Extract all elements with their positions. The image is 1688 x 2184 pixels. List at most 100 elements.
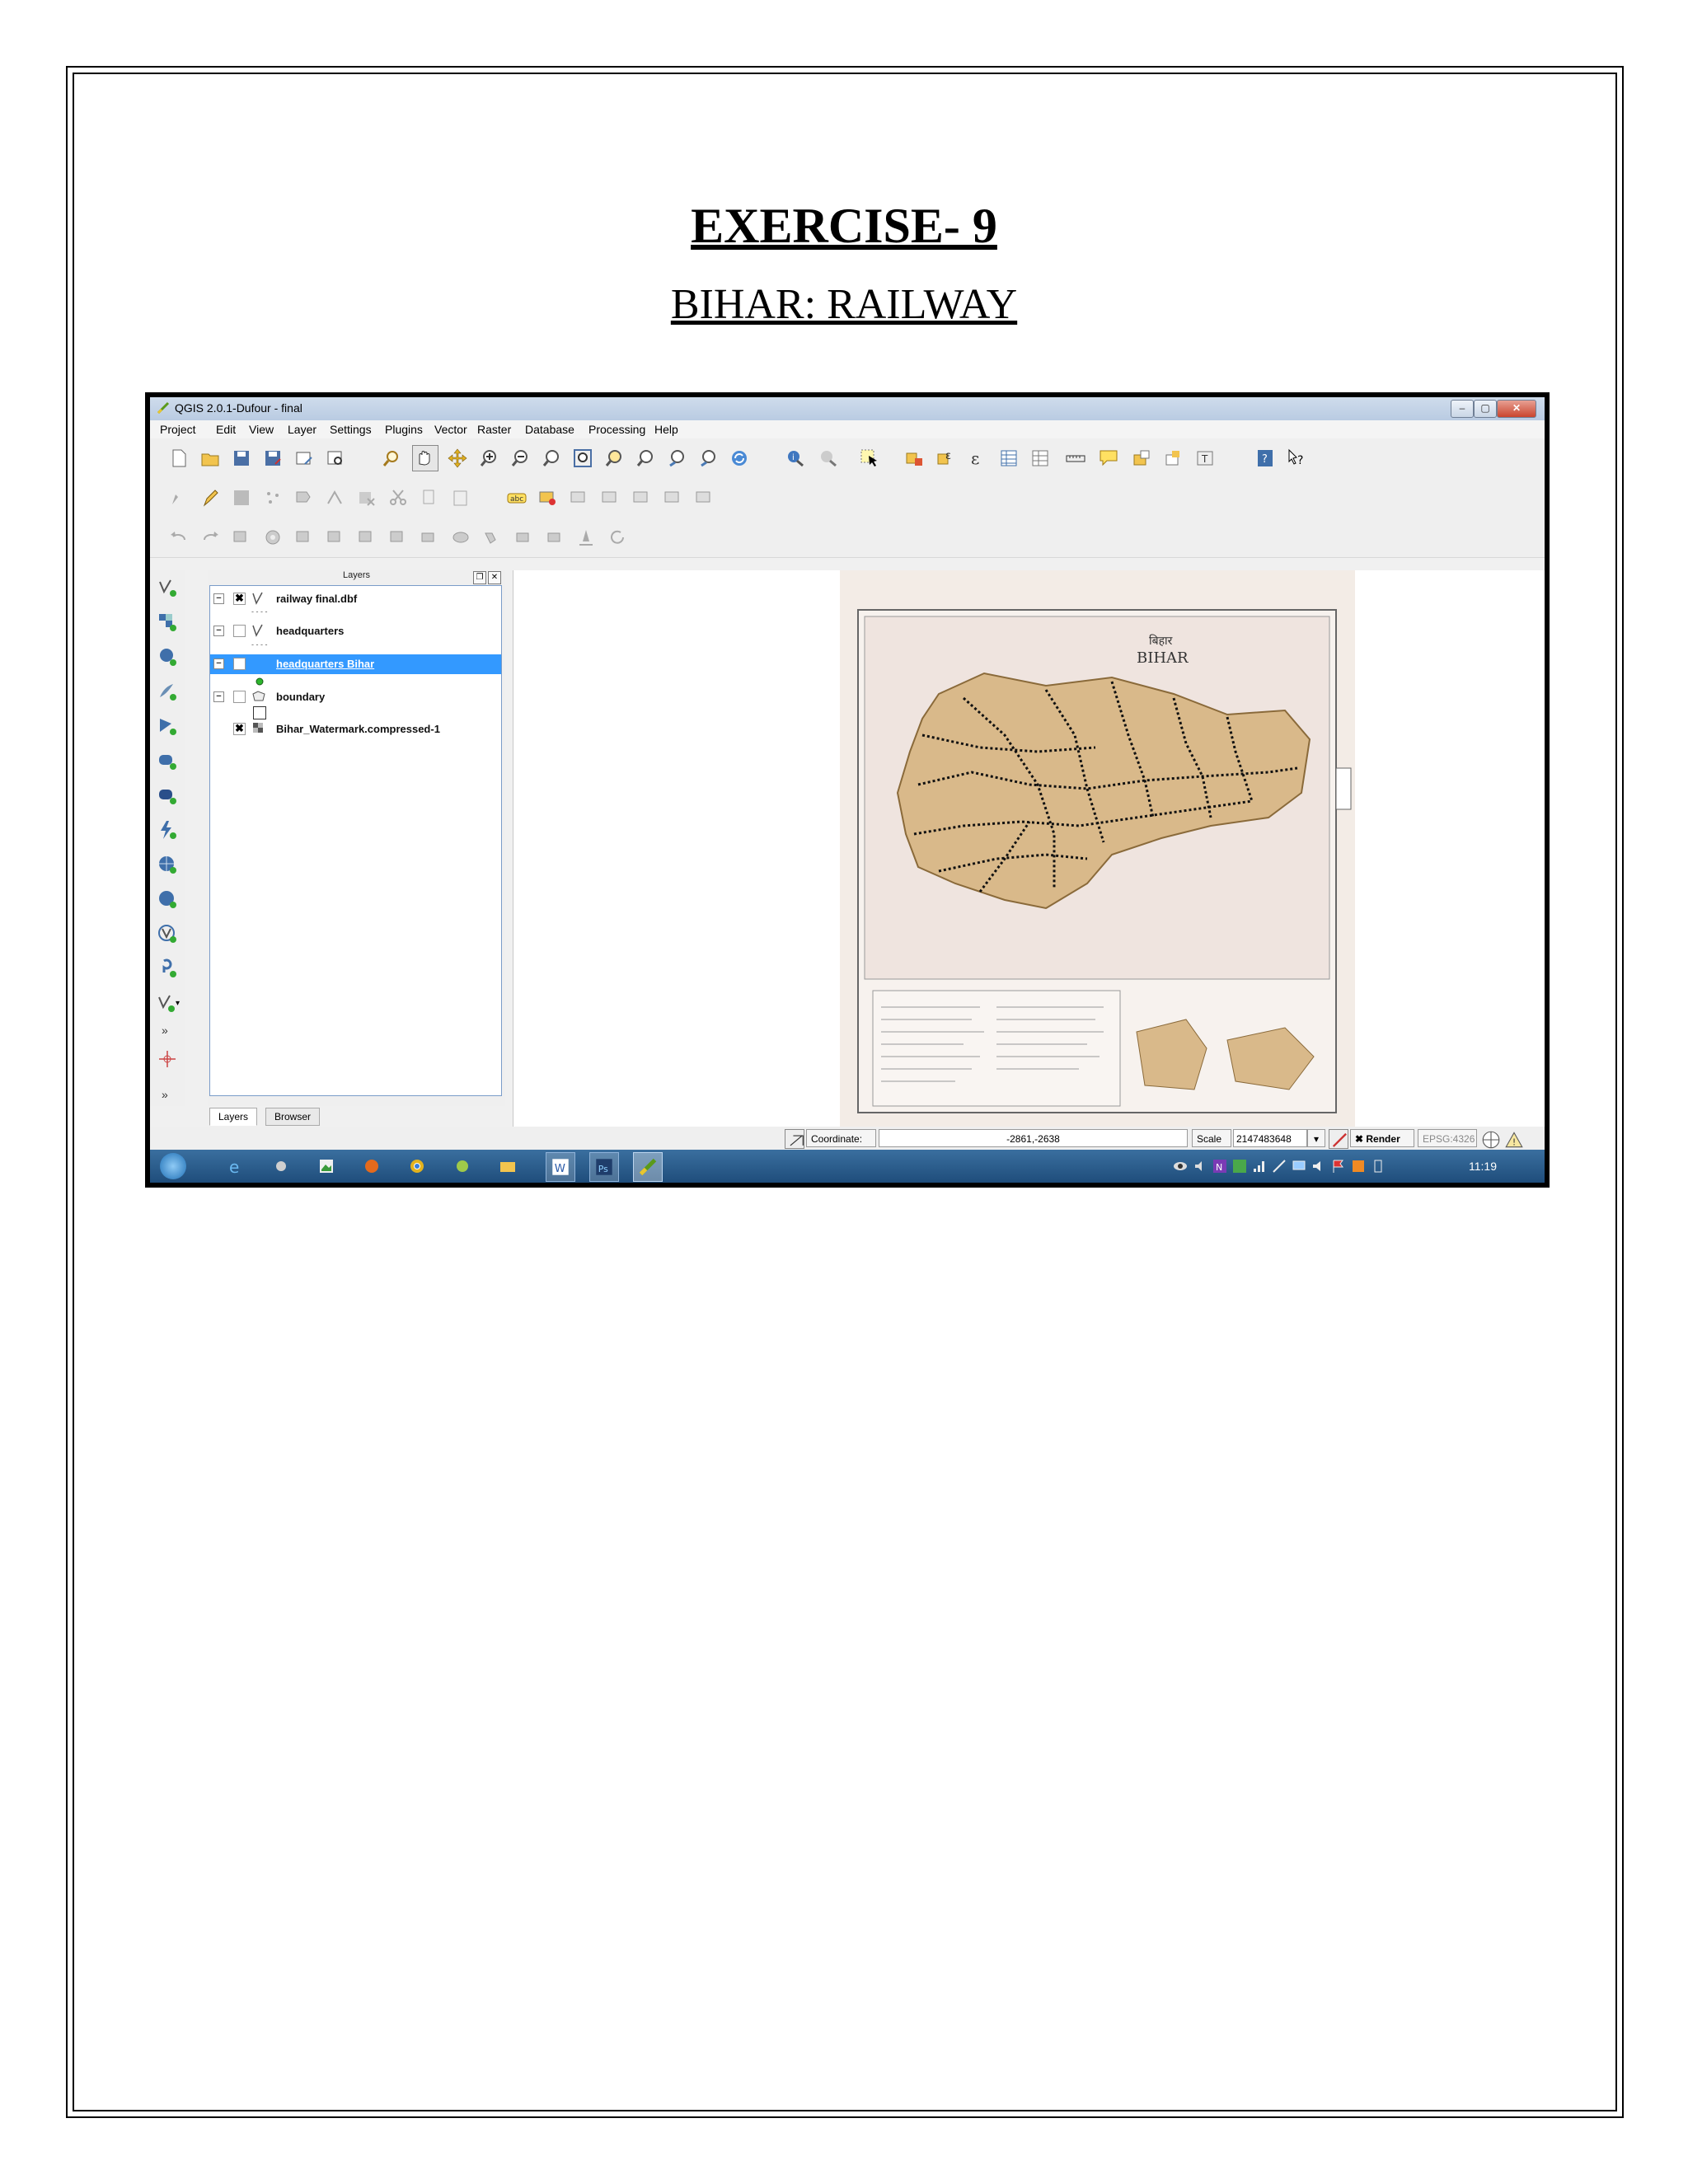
pan-map-icon[interactable]: [412, 445, 438, 471]
messages-icon[interactable]: !: [1503, 1129, 1523, 1148]
zoom-full-icon[interactable]: [572, 448, 593, 469]
tab-browser[interactable]: Browser: [265, 1108, 321, 1126]
highlight-pinned-labels-icon[interactable]: [537, 487, 559, 509]
scale-field[interactable]: 2147483648: [1233, 1129, 1307, 1147]
save-project-icon[interactable]: [231, 448, 252, 469]
simplify-feature-icon[interactable]: [231, 527, 252, 548]
menu-layer[interactable]: Layer: [288, 423, 316, 436]
tray-sync-icon[interactable]: [1231, 1158, 1248, 1174]
delete-ring-icon[interactable]: [325, 527, 346, 548]
zoom-last-icon[interactable]: [666, 448, 687, 469]
picture-viewer-icon[interactable]: [315, 1155, 338, 1178]
redo-icon[interactable]: [199, 527, 221, 548]
move-label-icon[interactable]: [631, 487, 653, 509]
menu-project[interactable]: Project: [160, 423, 196, 436]
menu-edit[interactable]: Edit: [216, 423, 236, 436]
stop-render-icon[interactable]: [1329, 1129, 1348, 1149]
tray-app-icon[interactable]: [1350, 1158, 1367, 1174]
menu-view[interactable]: View: [249, 423, 274, 436]
move-feature-icon[interactable]: [293, 487, 315, 509]
scale-dropdown-icon[interactable]: ▾: [1307, 1129, 1325, 1147]
offset-curve-icon[interactable]: [419, 527, 440, 548]
show-bookmarks-icon[interactable]: [1162, 448, 1184, 469]
menu-settings[interactable]: Settings: [330, 423, 372, 436]
zoom-to-selection-icon[interactable]: [635, 448, 656, 469]
layer-visibility-checkbox[interactable]: [233, 691, 246, 703]
tray-eye-icon[interactable]: [1172, 1158, 1189, 1174]
layer-labeling-icon[interactable]: abc: [506, 487, 528, 509]
new-project-icon[interactable]: [168, 448, 190, 469]
add-wcs-layer-icon[interactable]: [157, 854, 178, 875]
pan-to-selection-icon[interactable]: [447, 448, 468, 469]
save-layer-edits-icon[interactable]: [231, 487, 252, 509]
layer-visibility-checkbox[interactable]: [233, 658, 246, 670]
composer-manager-icon[interactable]: [325, 448, 346, 469]
zoom-native-resolution-icon[interactable]: [541, 448, 562, 469]
new-print-composer-icon[interactable]: [293, 448, 315, 469]
taskbar-clock[interactable]: 11:19: [1469, 1160, 1497, 1173]
map-tips-icon[interactable]: [1098, 448, 1119, 469]
split-parts-icon[interactable]: [481, 527, 503, 548]
add-ring-icon[interactable]: [262, 527, 284, 548]
undo-icon[interactable]: [168, 527, 190, 548]
maximize-button[interactable]: ▢: [1474, 400, 1497, 418]
select-features-icon[interactable]: [859, 448, 880, 469]
layer-row-railway[interactable]: − ✖ railway final.dbf: [210, 589, 501, 609]
layer-visibility-checkbox[interactable]: ✖: [233, 593, 246, 605]
internet-explorer-icon[interactable]: e: [224, 1155, 247, 1178]
field-calculator-icon[interactable]: ε: [935, 448, 957, 469]
toolbar-expand-icon[interactable]: »: [162, 1024, 168, 1037]
close-panel-button[interactable]: ✕: [488, 571, 501, 584]
crosshair-icon[interactable]: [157, 1048, 178, 1070]
crs-globe-icon[interactable]: [1480, 1129, 1500, 1149]
layer-visibility-checkbox[interactable]: [233, 625, 246, 637]
collapse-icon[interactable]: −: [213, 626, 224, 636]
add-vector-layer-icon[interactable]: [157, 577, 178, 598]
deselect-features-icon[interactable]: [904, 448, 926, 469]
help-contents-icon[interactable]: ?: [1254, 448, 1276, 469]
menu-processing[interactable]: Processing: [588, 423, 645, 436]
layer-row-headquarters-bihar[interactable]: − headquarters Bihar: [210, 654, 501, 674]
rotate-feature-icon[interactable]: [607, 527, 628, 548]
tray-audio-icon[interactable]: [1192, 1158, 1208, 1174]
tray-signal-icon[interactable]: [1271, 1158, 1287, 1174]
rotate-point-symbols-icon[interactable]: [575, 527, 597, 548]
collapse-icon[interactable]: −: [213, 691, 224, 702]
add-wfs-layer-icon[interactable]: [157, 888, 178, 910]
reshape-features-icon[interactable]: [387, 527, 409, 548]
identify-features-icon[interactable]: i: [785, 448, 806, 469]
layer-visibility-checkbox[interactable]: ✖: [233, 723, 246, 735]
expression-select-icon[interactable]: ε: [967, 448, 988, 469]
tab-layers[interactable]: Layers: [209, 1108, 258, 1126]
render-checkbox[interactable]: ✖ Render: [1350, 1129, 1414, 1147]
open-project-icon[interactable]: [199, 448, 221, 469]
zoom-in-icon[interactable]: [478, 448, 499, 469]
collapse-icon[interactable]: −: [213, 593, 224, 604]
word-icon[interactable]: W: [546, 1152, 575, 1182]
add-spatialite-layer-icon[interactable]: [157, 681, 178, 702]
add-delimited-text-layer-icon[interactable]: [157, 923, 178, 944]
split-features-icon[interactable]: [450, 527, 471, 548]
rotate-label-icon[interactable]: [663, 487, 684, 509]
toggle-editing-icon[interactable]: [199, 487, 221, 509]
photoshop-icon[interactable]: Ps: [589, 1152, 619, 1182]
toggle-extents-icon[interactable]: [785, 1129, 804, 1149]
qgis-taskbar-icon[interactable]: [633, 1152, 663, 1182]
attribute-table-icon[interactable]: [998, 448, 1020, 469]
pin-labels-icon[interactable]: [569, 487, 590, 509]
tray-onenote-icon[interactable]: N: [1212, 1158, 1228, 1174]
run-feature-action-icon[interactable]: [818, 448, 839, 469]
zoom-to-layer-icon[interactable]: [603, 448, 625, 469]
add-oracle-layer-icon[interactable]: [157, 750, 178, 771]
merge-features-icon[interactable]: [513, 527, 534, 548]
statistical-summary-icon[interactable]: [1029, 448, 1051, 469]
add-mssql-layer-icon[interactable]: [157, 715, 178, 737]
add-postgis-layer-icon[interactable]: [157, 646, 178, 668]
save-as-icon[interactable]: [262, 448, 284, 469]
copy-features-icon[interactable]: [419, 487, 440, 509]
float-panel-button[interactable]: ❐: [473, 571, 486, 584]
zoom-next-icon[interactable]: [697, 448, 719, 469]
delete-selected-icon[interactable]: [356, 487, 377, 509]
delete-part-icon[interactable]: [356, 527, 377, 548]
new-bookmark-icon[interactable]: [1131, 448, 1152, 469]
